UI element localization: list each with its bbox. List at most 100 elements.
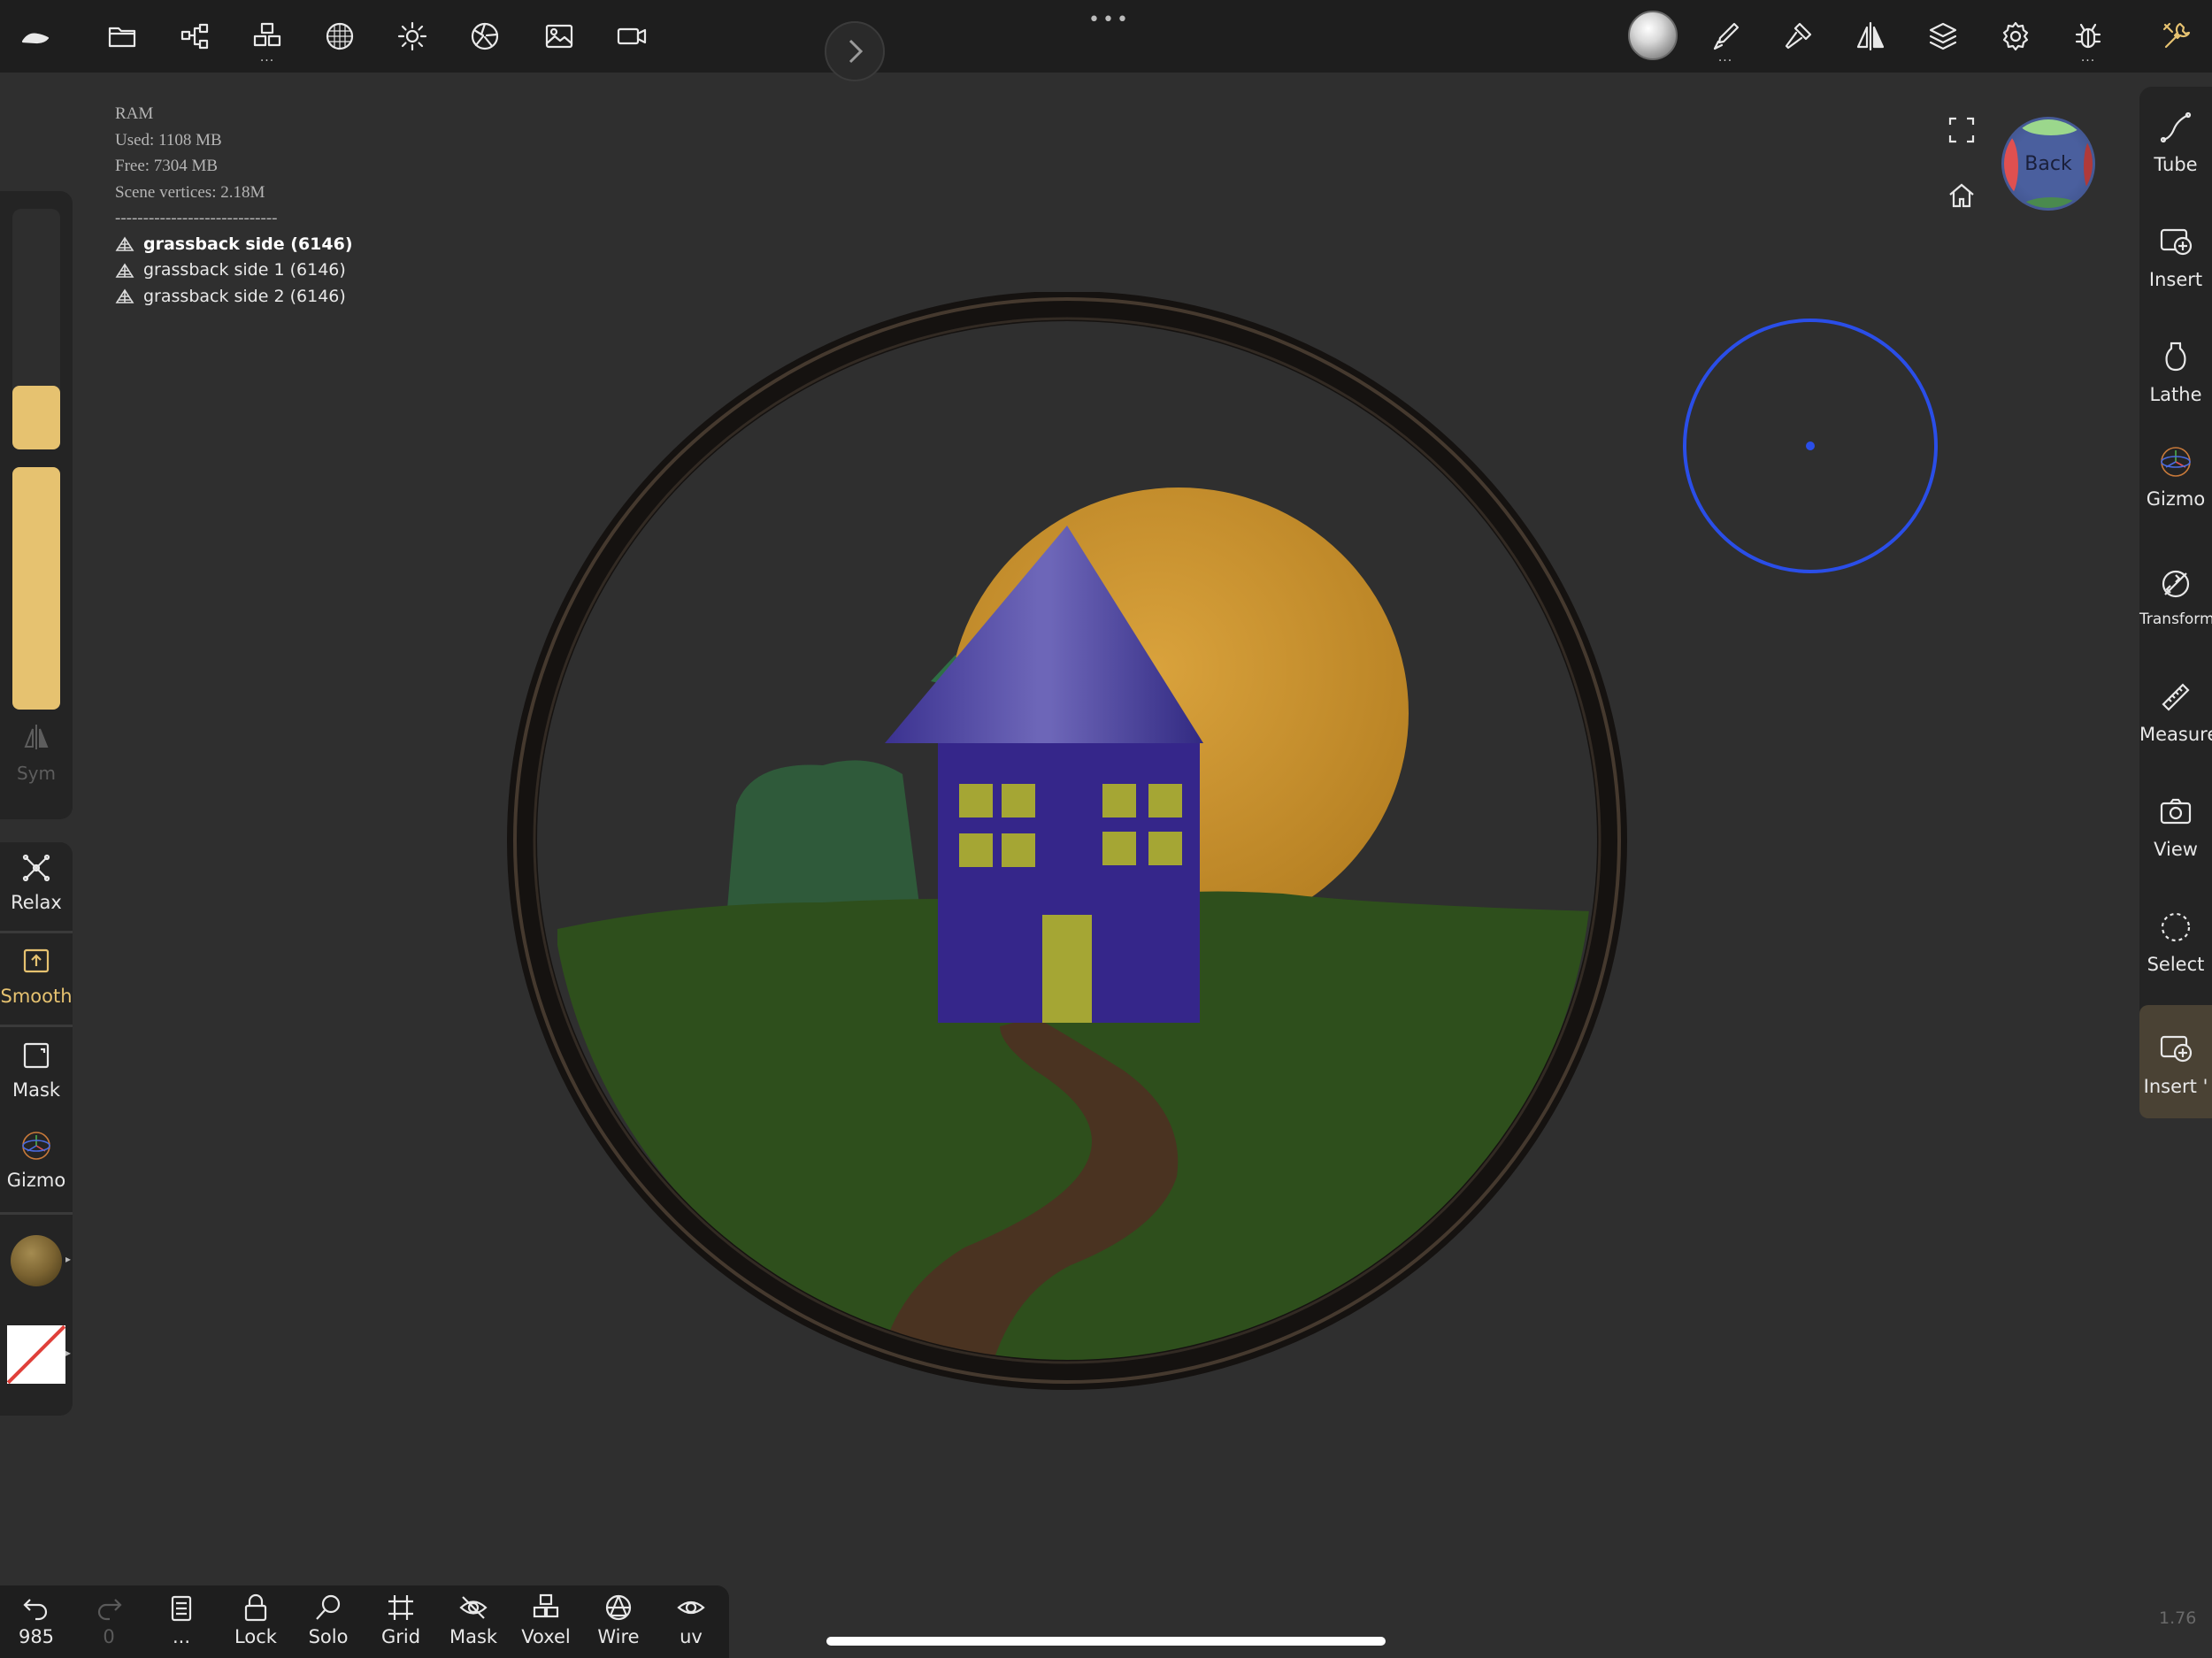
- debug-bug-icon[interactable]: ...: [2063, 12, 2113, 65]
- history-button[interactable]: ...: [150, 1593, 212, 1647]
- hammer-icon[interactable]: [1773, 12, 1823, 61]
- tube-tool-button[interactable]: Tube: [2139, 110, 2212, 175]
- material-sphere-icon[interactable]: [315, 12, 365, 61]
- camera-icon: [2160, 798, 2192, 825]
- home-view-icon[interactable]: [1947, 180, 1977, 214]
- view-cube-top[interactable]: [2020, 119, 2082, 135]
- book-icon: [171, 1595, 192, 1622]
- ruler-icon: [2162, 683, 2190, 711]
- grid-button[interactable]: Grid: [370, 1593, 432, 1647]
- transform-icon: [2162, 570, 2190, 598]
- view-tool-button[interactable]: View: [2139, 794, 2212, 860]
- symmetry-icon: [24, 725, 49, 749]
- gizmo-tool-button[interactable]: Gizmo: [0, 1129, 73, 1191]
- mask-tool-button[interactable]: Mask: [0, 1039, 73, 1101]
- sym-label: Sym: [16, 763, 56, 784]
- caret-right-icon: ▸: [65, 1253, 72, 1265]
- mask-label: Mask: [12, 1079, 61, 1101]
- view-cube-bottom[interactable]: [2020, 197, 2082, 208]
- redo-button[interactable]: 0: [78, 1593, 140, 1647]
- gizmo-icon: [22, 1132, 50, 1160]
- object-list-item[interactable]: grassback side 1 (6146): [115, 257, 353, 284]
- solo-button[interactable]: Solo: [297, 1593, 359, 1647]
- lighting-icon[interactable]: [388, 12, 437, 61]
- ram-label: RAM: [115, 104, 154, 123]
- tools-wrench-icon[interactable]: [2152, 12, 2201, 61]
- scene-vertices: Scene vertices: 2.18M: [115, 182, 265, 202]
- expand-toolbar-button[interactable]: [825, 21, 885, 81]
- lock-icon: [244, 1593, 267, 1622]
- wireframe-button[interactable]: Wire: [588, 1593, 649, 1647]
- scene-graph-icon[interactable]: [170, 12, 219, 61]
- uv-button[interactable]: uv: [660, 1593, 722, 1647]
- fullscreen-icon[interactable]: [1947, 115, 1977, 149]
- smooth-tool-button[interactable]: Smooth: [0, 945, 73, 1007]
- layers-icon[interactable]: [1918, 12, 1968, 61]
- relax-tool-button[interactable]: Relax: [0, 851, 73, 913]
- brush-sliders-panel: Sym: [0, 191, 73, 819]
- voxel-button[interactable]: Voxel: [515, 1593, 577, 1647]
- mask-icon: [23, 1042, 50, 1069]
- settings-gear-icon[interactable]: [1991, 12, 2040, 61]
- mask-visibility-button[interactable]: Mask: [442, 1593, 504, 1647]
- gizmo-tool-button-right[interactable]: Gizmo: [2139, 444, 2212, 510]
- undo-icon: [23, 1599, 48, 1621]
- object-list-item[interactable]: grassback side 2 (6146): [115, 284, 353, 311]
- tube-curve-icon: [2160, 111, 2192, 143]
- view-cube-label: Back: [2024, 153, 2072, 175]
- smooth-icon: [23, 948, 50, 973]
- paint-brush-icon[interactable]: ...: [1701, 12, 1750, 65]
- view-cube[interactable]: Back: [2001, 117, 2095, 211]
- mesh-icon: [115, 263, 134, 278]
- wireframe-sphere-icon: [605, 1594, 632, 1621]
- gizmo-icon: [2161, 447, 2191, 477]
- video-camera-icon[interactable]: [607, 12, 657, 61]
- material-preview-icon[interactable]: [1628, 11, 1678, 60]
- lathe-tool-button[interactable]: Lathe: [2139, 340, 2212, 405]
- undo-button[interactable]: 985: [5, 1593, 67, 1647]
- radius-slider[interactable]: [12, 386, 60, 449]
- measure-tool-button[interactable]: Measure: [2139, 679, 2212, 745]
- color-swatch-button[interactable]: [7, 1325, 65, 1384]
- search-icon: [316, 1594, 341, 1620]
- mesh-icon: [115, 288, 134, 304]
- select-tool-button[interactable]: Select: [2139, 910, 2212, 975]
- redo-icon: [97, 1599, 122, 1621]
- insert-icon: [2160, 1035, 2193, 1063]
- sym-toggle[interactable]: Sym: [0, 722, 73, 784]
- eye-off-icon: [459, 1596, 488, 1619]
- relax-label: Relax: [11, 892, 62, 913]
- app-logo-icon[interactable]: [11, 12, 60, 61]
- divider: [0, 931, 73, 933]
- material-sphere-button[interactable]: [11, 1235, 62, 1286]
- primitives-icon[interactable]: ...: [242, 12, 292, 65]
- stats-separator: -----------------------------: [115, 209, 278, 227]
- brush-cursor-center: [1806, 441, 1815, 450]
- home-indicator[interactable]: [826, 1637, 1386, 1646]
- insert-alt-tool-button[interactable]: Insert ': [2139, 1032, 2212, 1097]
- grid-icon: [388, 1595, 413, 1620]
- intensity-slider[interactable]: [12, 467, 60, 710]
- lock-button[interactable]: Lock: [225, 1593, 287, 1647]
- camera-aperture-icon[interactable]: [460, 12, 510, 61]
- transform-tool-button[interactable]: Transform: [2139, 566, 2212, 628]
- insert-icon: [2160, 228, 2193, 256]
- lathe-vase-icon: [2165, 342, 2186, 372]
- ram-free: Free: 7304 MB: [115, 157, 219, 175]
- viewport-scene[interactable]: [504, 292, 1637, 1407]
- gizmo-label: Gizmo: [6, 1170, 66, 1191]
- folder-icon[interactable]: [97, 12, 147, 61]
- version-label: 1.76: [2159, 1608, 2197, 1628]
- caret-right-icon: ▸: [65, 1347, 72, 1359]
- house-door: [1042, 915, 1092, 1023]
- top-toolbar: ... ••• ... ...: [0, 0, 2212, 73]
- object-list-item[interactable]: grassback side (6146): [115, 232, 353, 258]
- image-icon[interactable]: [534, 12, 584, 61]
- symmetry-icon[interactable]: [1846, 12, 1895, 61]
- divider: [0, 1212, 73, 1215]
- mesh-icon: [115, 236, 134, 252]
- smooth-label: Smooth: [0, 986, 73, 1007]
- lasso-select-icon: [2161, 912, 2191, 942]
- more-menu-icon[interactable]: •••: [1088, 9, 1131, 31]
- insert-tool-button[interactable]: Insert: [2139, 225, 2212, 290]
